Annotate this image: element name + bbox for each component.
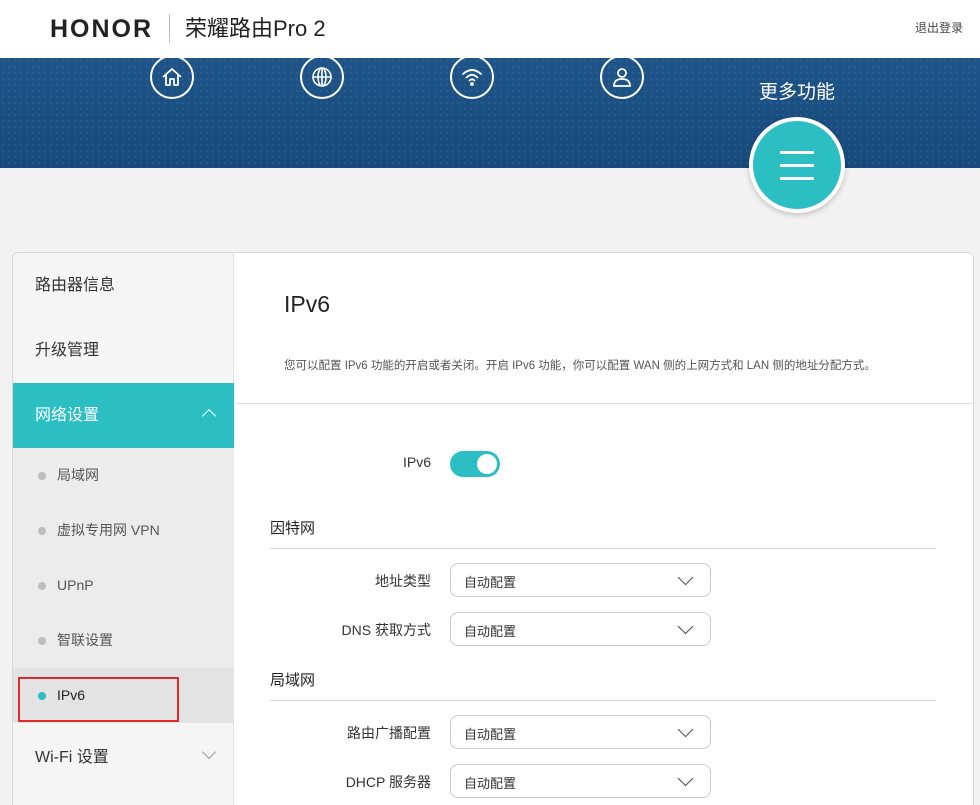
globe-icon[interactable]: [300, 55, 344, 99]
chevron-down-icon: [201, 744, 217, 760]
bullet-icon: [38, 472, 46, 480]
toggle-knob: [477, 454, 497, 474]
sidebar-item-network[interactable]: 网络设置: [13, 383, 234, 448]
dns-mode-select[interactable]: 自动配置: [450, 612, 711, 646]
page-title: IPv6: [284, 291, 331, 317]
sidebar-subitem-lan[interactable]: 局域网: [13, 448, 234, 503]
bullet-icon: [38, 582, 46, 590]
selection-highlight: [18, 677, 179, 722]
chevron-down-icon: [677, 770, 694, 787]
dhcp-server-label: DHCP 服务器: [345, 774, 431, 790]
nav-devices[interactable]: 终端管理: [572, 35, 672, 99]
address-type-select[interactable]: 自动配置: [450, 563, 711, 597]
bullet-icon: [38, 527, 46, 535]
sidebar-subitem-vpn[interactable]: 虚拟专用网 VPN: [13, 503, 234, 558]
chevron-down-icon: [677, 569, 694, 586]
nav-devices-label: 终端管理: [595, 35, 648, 50]
header-divider: [235, 403, 973, 404]
chevron-down-icon: [677, 618, 694, 635]
nav-home[interactable]: 主页: [122, 35, 222, 99]
user-icon[interactable]: [600, 55, 644, 99]
section-title-internet: 因特网: [270, 520, 316, 537]
page-description: 您可以配置 IPv6 功能的开启或者关闭。开启 IPv6 功能，你可以配置 WA…: [284, 360, 876, 372]
settings-panel: 路由器信息 升级管理 网络设置 局域网 虚拟专用网 VPN UPnP 智联设置 …: [12, 252, 974, 805]
nav-wifi[interactable]: 我的 Wi-Fi: [422, 35, 522, 99]
wifi-icon[interactable]: [450, 55, 494, 99]
address-type-label: 地址类型: [375, 573, 431, 589]
dns-mode-value: 自动配置: [464, 624, 517, 639]
sidebar-item-wifi-settings[interactable]: Wi-Fi 设置: [13, 725, 234, 790]
sidebar-subitem-label: 智联设置: [57, 632, 113, 648]
bullet-icon: [38, 637, 46, 645]
home-icon[interactable]: [150, 55, 194, 99]
section-title-lan: 局域网: [270, 672, 316, 689]
sidebar-subitem-upnp[interactable]: UPnP: [13, 558, 234, 613]
ipv6-toggle-label: IPv6: [402, 454, 431, 470]
chevron-up-icon: [201, 408, 217, 424]
nav-internet-label: 我要上网: [295, 35, 348, 50]
sidebar-subitem-label: 局域网: [57, 467, 99, 483]
menu-icon[interactable]: [749, 117, 845, 213]
address-type-value: 自动配置: [464, 575, 517, 590]
router-advert-value: 自动配置: [464, 727, 517, 742]
dhcp-server-value: 自动配置: [464, 776, 517, 791]
chevron-down-icon: [677, 721, 694, 738]
dns-mode-label: DNS 获取方式: [341, 622, 431, 638]
dhcp-server-select[interactable]: 自动配置: [450, 764, 711, 798]
section-divider: [270, 548, 936, 549]
nav-internet[interactable]: 我要上网: [272, 35, 372, 99]
content-area: IPv6 您可以配置 IPv6 功能的开启或者关闭。开启 IPv6 功能，你可以…: [235, 253, 973, 805]
sidebar-item-upgrade[interactable]: 升级管理: [13, 318, 234, 383]
nav-wifi-label: 我的 Wi-Fi: [442, 35, 502, 50]
sidebar-subitem-smart-link[interactable]: 智联设置: [13, 613, 234, 668]
sidebar-subitem-label: UPnP: [57, 577, 94, 593]
sidebar-subitem-label: 虚拟专用网 VPN: [57, 522, 160, 538]
router-advert-label: 路由广播配置: [347, 725, 431, 741]
section-divider: [270, 700, 936, 701]
router-advert-select[interactable]: 自动配置: [450, 715, 711, 749]
sidebar-item-router-info[interactable]: 路由器信息: [13, 253, 234, 318]
sidebar: 路由器信息 升级管理 网络设置 局域网 虚拟专用网 VPN UPnP 智联设置 …: [13, 253, 234, 805]
ipv6-toggle[interactable]: [450, 451, 500, 477]
more-features-label: 更多功能: [758, 82, 835, 103]
sidebar-item-wifi-label: Wi-Fi 设置: [35, 749, 109, 766]
logout-link[interactable]: 退出登录: [915, 19, 963, 36]
sidebar-item-network-label: 网络设置: [35, 407, 100, 424]
nav-home-label: 主页: [158, 35, 185, 50]
